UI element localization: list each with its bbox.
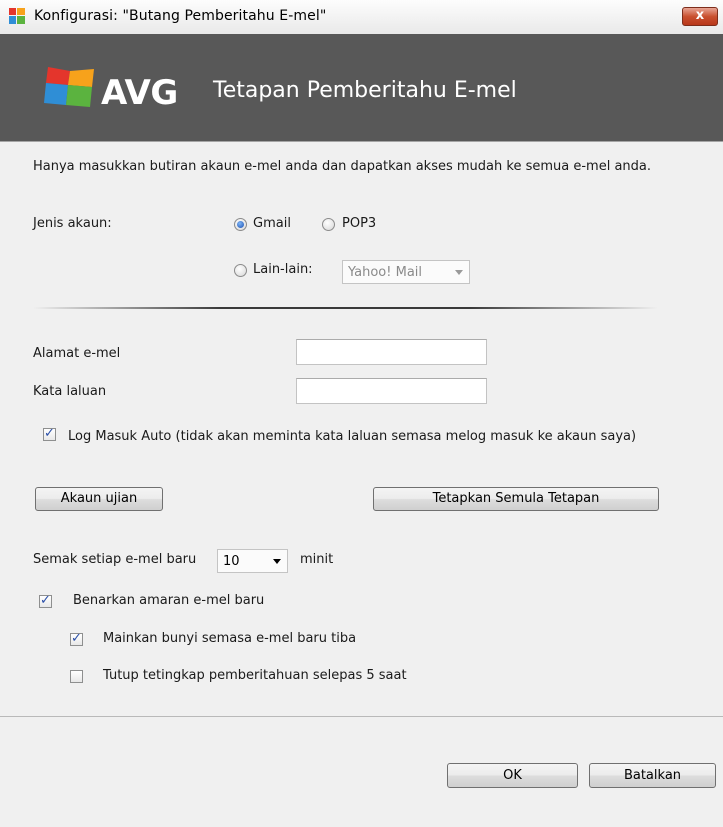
enable-alert-checkbox[interactable] — [39, 593, 52, 608]
account-type-label: Jenis akaun: — [33, 216, 112, 231]
check-interval-unit: minit — [300, 552, 334, 567]
section-separator — [33, 307, 658, 309]
title-bar[interactable]: Konfigurasi: "Butang Pemberitahu E-mel" … — [0, 0, 723, 35]
play-sound-label[interactable]: Mainkan bunyi semasa e-mel baru tiba — [103, 631, 356, 646]
avg-logo-icon — [44, 67, 94, 107]
avg-app-icon — [9, 8, 25, 24]
pop3-radio-label[interactable]: POP3 — [342, 216, 376, 231]
password-field[interactable] — [296, 378, 487, 404]
auto-login-label[interactable]: Log Masuk Auto (tidak akan meminta kata … — [33, 426, 673, 447]
header-title: Tetapan Pemberitahu E-mel — [213, 78, 517, 103]
auto-close-label[interactable]: Tutup tetingkap pemberitahuan selepas 5 … — [103, 668, 407, 683]
close-button[interactable]: x — [682, 7, 718, 26]
other-provider-value: Yahoo! Mail — [348, 265, 423, 280]
password-label: Kata laluan — [33, 384, 107, 399]
check-interval-label: Semak setiap e-mel baru — [33, 552, 197, 567]
other-radio[interactable] — [234, 264, 247, 277]
check-interval-select[interactable]: 10 — [217, 549, 288, 573]
avg-logo-text: AVG — [101, 73, 178, 113]
test-account-button[interactable]: Akaun ujian — [35, 487, 163, 511]
other-radio-label[interactable]: Lain-lain: — [253, 262, 313, 277]
gmail-radio[interactable] — [234, 218, 247, 231]
play-sound-checkbox[interactable] — [70, 631, 83, 646]
intro-text: Hanya masukkan butiran akaun e-mel anda … — [33, 159, 652, 174]
auto-close-checkbox[interactable] — [70, 670, 83, 683]
email-label: Alamat e-mel — [33, 346, 121, 361]
ok-button[interactable]: OK — [447, 763, 578, 788]
chevron-down-icon — [273, 559, 281, 564]
dialog-window: Konfigurasi: "Butang Pemberitahu E-mel" … — [0, 0, 723, 827]
gmail-radio-label[interactable]: Gmail — [253, 216, 291, 231]
enable-alert-label[interactable]: Benarkan amaran e-mel baru — [73, 593, 264, 608]
chevron-down-icon — [455, 270, 463, 275]
other-provider-select[interactable]: Yahoo! Mail — [342, 260, 470, 284]
check-interval-value: 10 — [223, 554, 240, 569]
reset-defaults-button[interactable]: Tetapkan Semula Tetapan — [373, 487, 659, 511]
pop3-radio[interactable] — [322, 218, 335, 231]
cancel-button[interactable]: Batalkan — [589, 763, 716, 788]
email-field[interactable] — [296, 339, 487, 365]
window-title: Konfigurasi: "Butang Pemberitahu E-mel" — [34, 8, 327, 24]
